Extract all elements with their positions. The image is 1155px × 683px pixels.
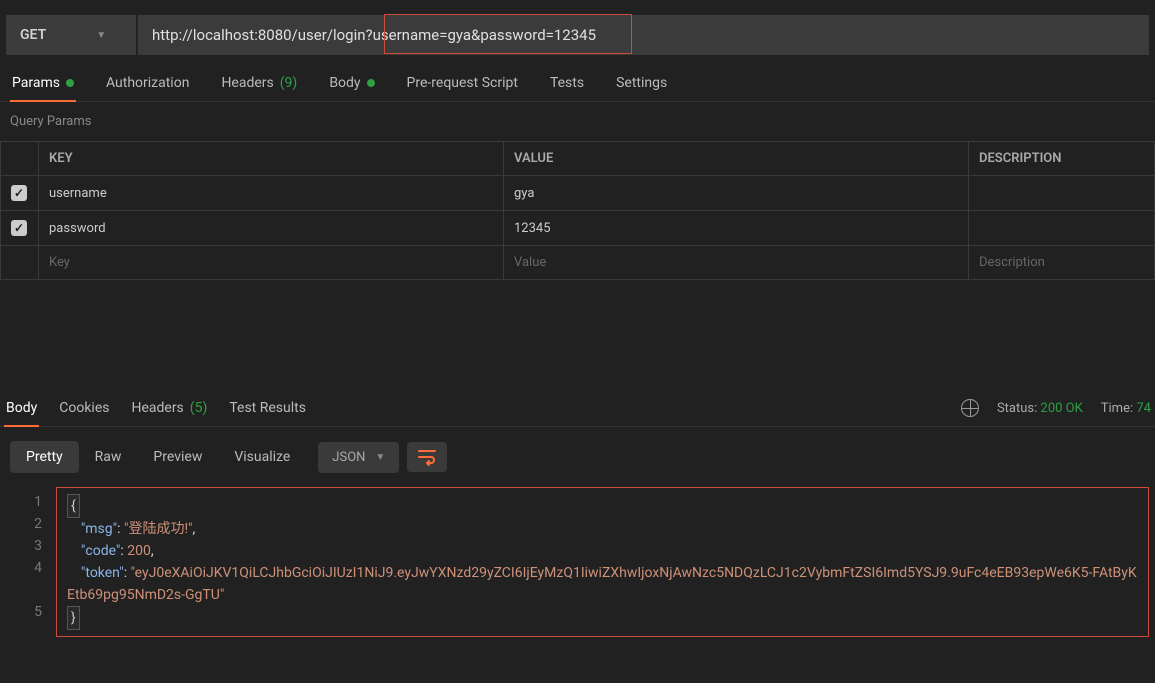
- param-value-cell[interactable]: 12345: [504, 211, 969, 246]
- http-method-select[interactable]: GET ▼: [6, 15, 136, 55]
- param-checkbox[interactable]: ✓: [11, 185, 27, 201]
- tab-body[interactable]: Body: [327, 65, 376, 101]
- status-label: Status:: [997, 401, 1037, 416]
- col-key: KEY: [39, 142, 504, 176]
- tab-prerequest[interactable]: Pre-request Script: [405, 65, 520, 101]
- param-key-cell[interactable]: username: [39, 176, 504, 211]
- tab-tests[interactable]: Tests: [548, 65, 586, 101]
- col-value: VALUE: [504, 142, 969, 176]
- dot-icon: [66, 79, 74, 87]
- tab-params[interactable]: Params: [10, 65, 76, 101]
- tab-response-cookies[interactable]: Cookies: [57, 390, 111, 426]
- param-value-cell[interactable]: gya: [504, 176, 969, 211]
- table-row: ✓ username gya: [1, 176, 1155, 211]
- request-tabs: Params Authorization Headers (9) Body Pr…: [0, 65, 1155, 102]
- table-row: ✓ password 12345: [1, 211, 1155, 246]
- tab-headers[interactable]: Headers (9): [219, 65, 299, 101]
- params-table: KEY VALUE DESCRIPTION ✓ username gya ✓ p…: [0, 141, 1155, 280]
- tab-authorization[interactable]: Authorization: [104, 65, 191, 101]
- status-value: 200 OK: [1041, 401, 1083, 416]
- response-tabs: Body Cookies Headers (5) Test Results: [4, 390, 308, 426]
- chevron-down-icon: ▼: [96, 30, 106, 41]
- param-desc-cell[interactable]: [969, 211, 1155, 246]
- chevron-down-icon: ▼: [375, 452, 385, 463]
- param-key-cell[interactable]: password: [39, 211, 504, 246]
- response-view-toolbar: Pretty Raw Preview Visualize JSON▼: [0, 427, 1155, 487]
- url-input[interactable]: [138, 15, 1149, 55]
- query-params-label: Query Params: [0, 102, 1155, 141]
- table-row: Key Value Description: [1, 246, 1155, 280]
- col-description: DESCRIPTION: [969, 142, 1155, 176]
- tab-response-headers[interactable]: Headers (5): [129, 390, 209, 426]
- view-visualize[interactable]: Visualize: [218, 441, 306, 473]
- time-label: Time:: [1101, 401, 1133, 416]
- param-desc-cell[interactable]: [969, 176, 1155, 211]
- response-body: 12345 { "msg": "登陆成功!", "code": 200, "to…: [0, 487, 1155, 637]
- tab-settings[interactable]: Settings: [614, 65, 669, 101]
- view-preview[interactable]: Preview: [137, 441, 218, 473]
- view-pretty[interactable]: Pretty: [10, 441, 79, 473]
- json-content[interactable]: { "msg": "登陆成功!", "code": 200, "token": …: [56, 487, 1149, 637]
- wrap-lines-button[interactable]: [407, 442, 447, 472]
- tab-response-body[interactable]: Body: [4, 390, 39, 426]
- param-value-input[interactable]: Value: [504, 246, 969, 280]
- line-gutter: 12345: [6, 487, 56, 637]
- tab-response-testresults[interactable]: Test Results: [227, 390, 308, 426]
- view-raw[interactable]: Raw: [79, 441, 138, 473]
- http-method-label: GET: [20, 27, 46, 43]
- param-checkbox[interactable]: ✓: [11, 220, 27, 236]
- globe-icon[interactable]: [961, 399, 979, 417]
- dot-icon: [367, 79, 375, 87]
- param-key-input[interactable]: Key: [39, 246, 504, 280]
- format-select[interactable]: JSON▼: [318, 442, 399, 473]
- wrap-icon: [417, 448, 437, 466]
- time-value: 74: [1136, 401, 1151, 416]
- param-desc-input[interactable]: Description: [969, 246, 1155, 280]
